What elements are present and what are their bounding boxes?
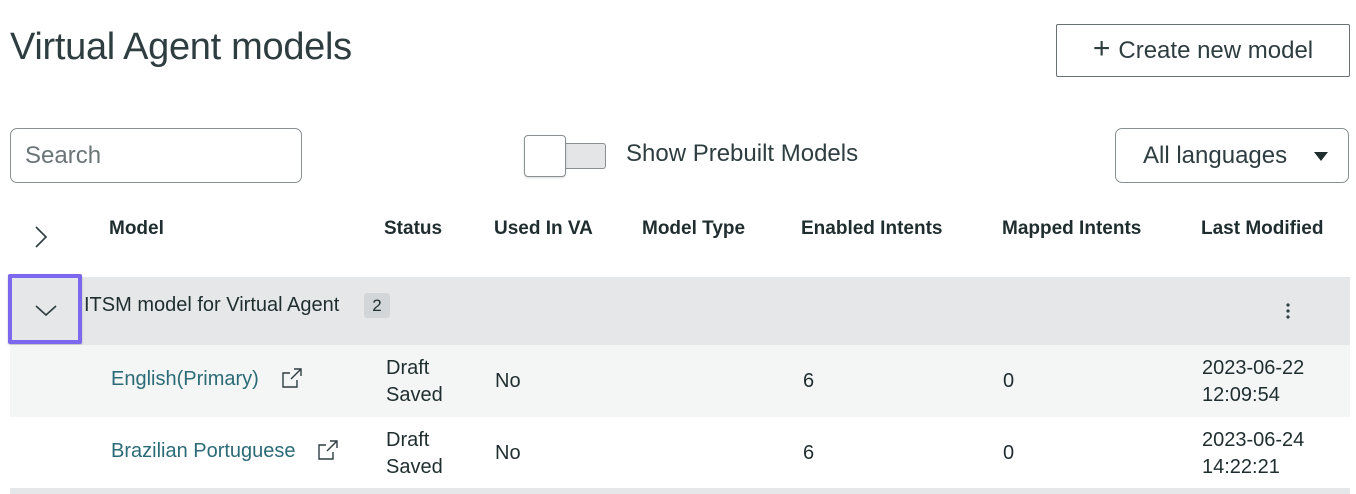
- used-in-va: No: [495, 442, 521, 464]
- mapped-intents: 0: [1003, 370, 1015, 392]
- language-select-value: All languages: [1143, 141, 1288, 169]
- column-header-status[interactable]: Status: [384, 218, 442, 240]
- table-bottom-divider: [10, 488, 1350, 494]
- column-header-last-modified[interactable]: Last Modified: [1201, 218, 1323, 240]
- toggle-knob: [524, 135, 566, 177]
- external-link-icon[interactable]: [280, 366, 304, 395]
- column-header-model-type[interactable]: Model Type: [642, 218, 745, 240]
- status-line-1: Draft: [386, 357, 430, 379]
- caret-down-icon: [1314, 152, 1328, 161]
- create-new-model-label: Create new model: [1118, 36, 1314, 64]
- column-header-mapped-intents[interactable]: Mapped Intents: [1002, 218, 1141, 240]
- column-header-model[interactable]: Model: [109, 218, 164, 240]
- show-prebuilt-label: Show Prebuilt Models: [626, 140, 859, 167]
- chevron-down-icon: [35, 305, 57, 317]
- more-actions-kebab-icon[interactable]: [1278, 301, 1298, 321]
- group-name: ITSM model for Virtual Agent: [84, 294, 340, 316]
- plus-icon: +: [1092, 32, 1111, 65]
- last-modified-time: 14:22:21: [1202, 456, 1280, 478]
- model-link[interactable]: English(Primary): [111, 366, 259, 393]
- status-line-2: Saved: [386, 456, 443, 478]
- show-prebuilt-toggle[interactable]: [524, 135, 608, 177]
- enabled-intents: 6: [803, 370, 815, 392]
- create-new-model-button[interactable]: + Create new model: [1056, 24, 1350, 77]
- expand-all-chevron-right-icon[interactable]: [26, 222, 56, 252]
- search-input[interactable]: [10, 128, 302, 183]
- last-modified-date: 2023-06-22: [1202, 357, 1305, 379]
- page-title: Virtual Agent models: [10, 26, 352, 68]
- status-line-1: Draft: [386, 429, 430, 451]
- external-link-icon[interactable]: [316, 438, 340, 467]
- column-header-used-in-va[interactable]: Used In VA: [494, 218, 593, 240]
- mapped-intents: 0: [1003, 442, 1015, 464]
- status-line-2: Saved: [386, 384, 443, 406]
- collapse-group-button[interactable]: [8, 274, 82, 344]
- language-select[interactable]: All languages: [1115, 128, 1349, 183]
- column-header-enabled-intents[interactable]: Enabled Intents: [801, 218, 942, 240]
- last-modified-time: 12:09:54: [1202, 384, 1280, 406]
- used-in-va: No: [495, 370, 521, 392]
- last-modified-date: 2023-06-24: [1202, 429, 1305, 451]
- enabled-intents: 6: [803, 442, 815, 464]
- model-link[interactable]: Brazilian Portuguese: [111, 438, 296, 465]
- group-count-badge: 2: [364, 293, 390, 318]
